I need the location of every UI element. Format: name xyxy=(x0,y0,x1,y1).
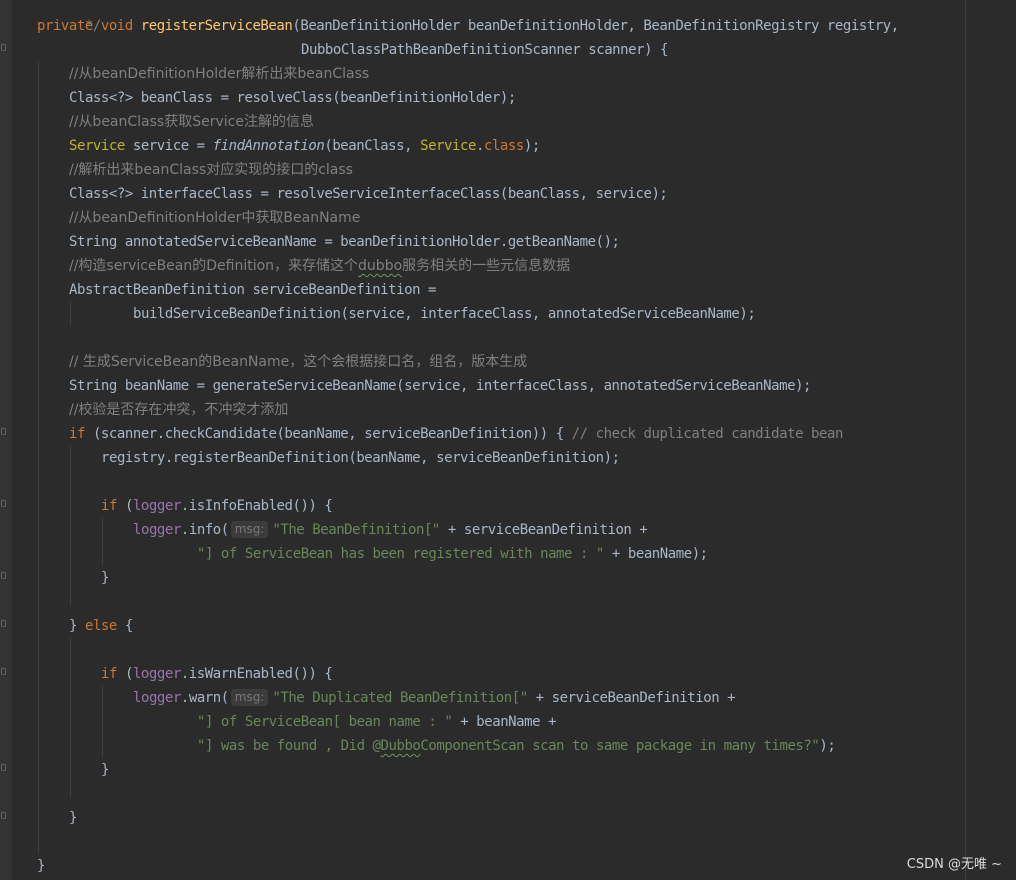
code-text: Class<?> beanClass = resolveClass(beanDe… xyxy=(69,90,516,106)
code-line: } xyxy=(101,566,109,590)
code-line: //从beanClass获取Service注解的信息 xyxy=(69,110,314,134)
code-line: */ xyxy=(37,0,101,34)
code-line: if (scanner.checkCandidate(beanName, ser… xyxy=(69,422,843,446)
code-line: Class<?> interfaceClass = resolveService… xyxy=(69,182,668,206)
string-literal: "] of ServiceBean has been registered wi… xyxy=(197,546,604,562)
code-text: .isWarnEnabled()) { xyxy=(180,666,333,682)
comment: //从beanClass获取Service注解的信息 xyxy=(69,114,314,130)
comment-typo-marked: dubbo xyxy=(358,258,403,274)
string-typo-marked: Dubbo xyxy=(380,738,421,754)
code-text: (scanner.checkCandidate(beanName, servic… xyxy=(84,426,572,442)
static-method-call: findAnnotation xyxy=(212,138,325,154)
code-text: .isInfoEnabled()) { xyxy=(180,498,333,514)
code-text: } xyxy=(37,858,45,874)
field-name: logger xyxy=(132,498,181,514)
code-text: .info( xyxy=(180,522,229,538)
comment: //解析出来beanClass对应实现的接口的class xyxy=(69,162,353,178)
code-text: Class<?> interfaceClass = resolveService… xyxy=(69,186,668,202)
comment: //从beanDefinitionHolder中获取BeanName xyxy=(69,210,361,226)
code-line: logger.info(msg: "The BeanDefinition[" + … xyxy=(133,518,648,542)
code-line: // 生成ServiceBean的BeanName，这个会根据接口名，组名，版本… xyxy=(69,350,527,374)
code-text: } xyxy=(101,570,109,586)
code-area[interactable]: */ private void registerServiceBean(Bean… xyxy=(0,0,1016,880)
code-line: String annotatedServiceBeanName = beanDe… xyxy=(69,230,620,254)
method-name: registerServiceBean xyxy=(140,18,293,34)
code-text: + beanName + xyxy=(452,714,557,730)
code-line: } else { xyxy=(69,614,133,638)
code-line: logger.warn(msg: "The Duplicated BeanDefi… xyxy=(133,686,736,710)
comment: 服务相关的一些元信息数据 xyxy=(402,258,571,274)
code-text: service = xyxy=(124,138,213,154)
code-line: if (logger.isWarnEnabled()) { xyxy=(101,662,333,686)
code-line: "] of ServiceBean has been registered wi… xyxy=(197,542,708,566)
code-line: //校验是否存在冲突，不冲突才添加 xyxy=(69,398,288,422)
code-line: //从beanDefinitionHolder中获取BeanName xyxy=(69,206,360,230)
code-line: registry.registerBeanDefinition(beanName… xyxy=(101,446,620,470)
code-text: ( xyxy=(116,498,133,514)
keyword: else xyxy=(84,618,117,634)
code-line: private void registerServiceBean(BeanDef… xyxy=(37,14,899,38)
code-text: { xyxy=(116,618,133,634)
code-line: //解析出来beanClass对应实现的接口的class xyxy=(69,158,353,182)
code-text: . xyxy=(475,138,484,154)
string-literal: "The Duplicated BeanDefinition[" xyxy=(272,690,528,706)
code-line: //构造serviceBean的Definition，来存储这个dubbo服务相… xyxy=(69,254,570,278)
code-text: ); xyxy=(819,738,836,754)
code-text: } xyxy=(69,810,77,826)
code-line: String beanName = generateServiceBeanNam… xyxy=(69,374,811,398)
code-text: registry.registerBeanDefinition(beanName… xyxy=(101,450,620,466)
field-name: logger xyxy=(133,522,181,538)
comment: // check duplicated candidate bean xyxy=(571,426,844,442)
string-literal: "] of ServiceBean[ bean name : " xyxy=(197,714,453,730)
code-text: String beanName = generateServiceBeanNam… xyxy=(69,378,812,394)
code-line: buildServiceBeanDefinition(service, inte… xyxy=(133,302,756,326)
code-text: ( xyxy=(116,666,133,682)
comment: // 生成ServiceBean的BeanName，这个会根据接口名，组名，版本… xyxy=(69,354,528,370)
code-text: + serviceBeanDefinition + xyxy=(527,690,736,706)
code-line: DubboClassPathBeanDefinitionScanner scan… xyxy=(301,38,668,62)
string-literal: "] was be found , Did @ xyxy=(197,738,381,754)
code-line: "] was be found , Did @DubboComponentSca… xyxy=(197,734,836,758)
watermark: CSDN @无唯 ~ xyxy=(906,857,1002,872)
code-line: "] of ServiceBean[ bean name : " + beanN… xyxy=(197,710,557,734)
code-line: Service service = findAnnotation(beanCla… xyxy=(69,134,540,158)
code-text: .warn( xyxy=(180,690,229,706)
code-text: String annotatedServiceBeanName = beanDe… xyxy=(69,234,620,250)
parameter-hint: msg: xyxy=(230,689,269,706)
code-line: } xyxy=(69,806,77,830)
string-literal: ComponentScan scan to same package in ma… xyxy=(420,738,820,754)
string-literal: "The BeanDefinition[" xyxy=(272,522,440,538)
code-line: //从beanDefinitionHolder解析出来beanClass xyxy=(69,62,369,86)
code-text: buildServiceBeanDefinition(service, inte… xyxy=(133,306,756,322)
code-line: AbstractBeanDefinition serviceBeanDefini… xyxy=(69,278,436,302)
code-text: } xyxy=(101,762,109,778)
code-text: } xyxy=(69,618,85,634)
code-line: } xyxy=(37,854,45,878)
annotation-type: Service xyxy=(420,138,476,154)
comment: //构造serviceBean的Definition，来存储这个 xyxy=(69,258,359,274)
keyword: private xyxy=(37,18,93,34)
code-text: ); xyxy=(523,138,540,154)
keyword: if xyxy=(101,666,117,682)
code-text: + beanName); xyxy=(603,546,708,562)
code-line: } xyxy=(101,758,109,782)
annotation-type: Service xyxy=(69,138,125,154)
comment: //校验是否存在冲突，不冲突才添加 xyxy=(69,402,289,418)
keyword: void xyxy=(100,18,133,34)
comment: //从beanDefinitionHolder解析出来beanClass xyxy=(69,66,370,82)
code-line: if (logger.isInfoEnabled()) { xyxy=(101,494,333,518)
parameter-hint: msg: xyxy=(230,521,269,538)
keyword: if xyxy=(69,426,85,442)
code-line: Class<?> beanClass = resolveClass(beanDe… xyxy=(69,86,516,110)
code-text: (BeanDefinitionHolder beanDefinitionHold… xyxy=(292,18,899,34)
code-text: + serviceBeanDefinition + xyxy=(439,522,648,538)
code-text: AbstractBeanDefinition serviceBeanDefini… xyxy=(69,282,437,298)
field-name: logger xyxy=(133,690,181,706)
code-editor[interactable]: */ private void registerServiceBean(Bean… xyxy=(0,0,1016,880)
keyword: if xyxy=(101,498,117,514)
code-text: (beanClass, xyxy=(324,138,421,154)
code-text: DubboClassPathBeanDefinitionScanner scan… xyxy=(301,42,669,58)
keyword: class xyxy=(483,138,524,154)
field-name: logger xyxy=(132,666,181,682)
